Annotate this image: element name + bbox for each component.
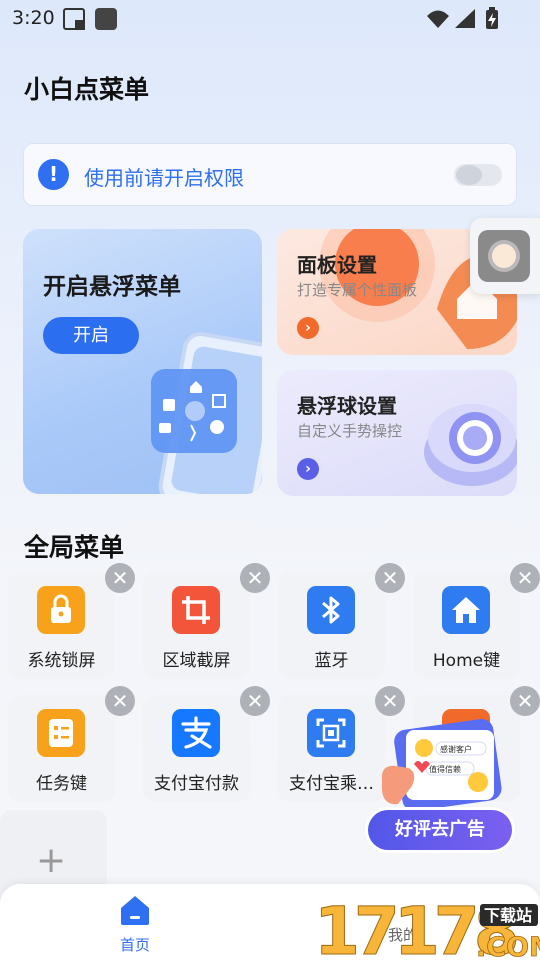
tile-label: 系统锁屏 <box>27 651 96 671</box>
menu-tile-lock[interactable]: 系统锁屏 <box>8 572 115 679</box>
ad-bubble-line: 感谢客户 <box>440 744 472 754</box>
menu-tile-alipay-pay[interactable]: 支付宝付款 <box>143 695 250 802</box>
task-list-icon <box>37 709 85 757</box>
global-menu-title: 全局菜单 <box>24 533 125 562</box>
permission-toggle[interactable] <box>454 164 502 186</box>
remove-tile-close-icon[interactable]: ✕ <box>510 686 540 716</box>
tile-label: 任务键 <box>36 774 87 794</box>
status-bar: 3:20 <box>0 0 540 38</box>
ball-settings-card[interactable]: 悬浮球设置 自定义手势操控 › <box>277 370 517 496</box>
remove-tile-close-icon[interactable]: ✕ <box>105 563 135 593</box>
permission-text: 使用前请开启权限 <box>84 166 244 190</box>
remove-tile-close-icon[interactable]: ✕ <box>375 686 405 716</box>
qr-scan-icon <box>307 709 355 757</box>
floating-ball[interactable] <box>470 218 540 294</box>
remove-tile-close-icon[interactable]: ✕ <box>240 563 270 593</box>
panel-settings-subtitle: 打造专属个性面板 <box>297 281 418 299</box>
home-icon <box>442 586 490 634</box>
ball-settings-title: 悬浮球设置 <box>297 394 397 418</box>
menu-tile-task[interactable]: 任务键 <box>8 695 115 802</box>
menu-tile-bluetooth[interactable]: 蓝牙 <box>278 572 385 679</box>
page-title: 小白点菜单 <box>24 75 150 104</box>
remove-tile-close-icon[interactable]: ✕ <box>375 563 405 593</box>
ad-bubble-line: 值得信赖 <box>429 764 461 774</box>
screenshot-indicator-icon <box>63 8 85 30</box>
remove-tile-close-icon[interactable]: ✕ <box>510 563 540 593</box>
floating-menu-card[interactable]: 开启悬浮菜单 开启 <box>23 229 262 494</box>
crop-icon <box>172 586 220 634</box>
permission-banner[interactable]: ! 使用前请开启权限 <box>23 143 517 206</box>
chevron-right-icon: › <box>297 458 319 480</box>
status-time: 3:20 <box>12 7 55 29</box>
tile-label: 蓝牙 <box>314 651 349 671</box>
tile-label: 区域截屏 <box>162 651 231 671</box>
remove-ads-promo[interactable]: 感谢客户 值得信赖 好评去广告 <box>368 716 518 852</box>
tile-label: Home键 <box>432 651 501 671</box>
notification-app-icon <box>95 8 117 30</box>
home-icon <box>121 896 149 925</box>
enable-floating-menu-button[interactable]: 开启 <box>43 317 139 354</box>
menu-tile-home[interactable]: Home键 <box>413 572 520 679</box>
thumbs-up-phone-illustration-icon: 感谢客户 值得信赖 <box>381 719 502 812</box>
phone-illustration-icon <box>151 332 262 494</box>
svg-text:下载站: 下载站 <box>484 906 532 925</box>
nav-home-label: 首页 <box>119 936 150 954</box>
alipay-icon <box>172 709 220 757</box>
tile-label: 支付宝付款 <box>154 774 239 794</box>
status-signal-battery-icons <box>427 7 498 29</box>
alert-icon: ! <box>38 159 69 190</box>
floating-ball-icon <box>478 230 530 282</box>
plus-icon: + <box>36 840 67 881</box>
site-watermark-logo: 17178 下载站 .COM <box>314 893 540 960</box>
ball-settings-subtitle: 自定义手势操控 <box>297 422 403 440</box>
chevron-right-icon: › <box>297 317 319 339</box>
toggle-knob <box>456 165 482 185</box>
menu-tile-screenshot[interactable]: 区域截屏 <box>143 572 250 679</box>
remove-tile-close-icon[interactable]: ✕ <box>240 686 270 716</box>
lock-icon <box>37 586 85 634</box>
svg-text:.COM: .COM <box>476 932 540 960</box>
bluetooth-icon <box>307 586 355 634</box>
remove-ads-button[interactable]: 好评去广告 <box>368 810 512 850</box>
nav-home[interactable]: 首页 <box>110 894 160 955</box>
remove-tile-close-icon[interactable]: ✕ <box>105 686 135 716</box>
ball-illustration-icon <box>424 404 517 486</box>
floating-menu-title: 开启悬浮菜单 <box>43 274 181 300</box>
panel-settings-title: 面板设置 <box>297 253 377 277</box>
